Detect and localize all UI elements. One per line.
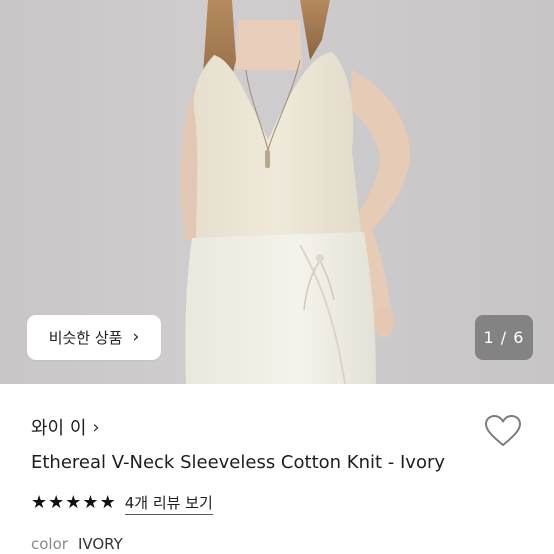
brand-link[interactable]: 와이 이 › [31, 414, 100, 440]
product-title: Ethereal V-Neck Sleeveless Cotton Knit -… [31, 452, 446, 473]
star-icon: ★ [65, 492, 82, 513]
color-option: color IVORY [31, 535, 123, 553]
star-icon: ★ [82, 492, 99, 513]
chevron-right-icon: › [132, 326, 140, 347]
view-reviews-link[interactable]: 4개 리뷰 보기 [124, 492, 213, 515]
star-icon: ★ [48, 492, 65, 513]
color-label: color [31, 535, 68, 553]
rating-row: ★ ★ ★ ★ ★ 4개 리뷰 보기 [31, 492, 213, 515]
star-icon: ★ [31, 492, 48, 513]
color-value: IVORY [77, 535, 123, 553]
product-image-carousel[interactable]: 비슷한 상품 › 1 / 6 [0, 0, 554, 384]
heart-outline-icon[interactable] [484, 414, 522, 448]
image-counter-text: 1 / 6 [483, 328, 525, 347]
star-icon: ★ [99, 492, 116, 513]
star-rating: ★ ★ ★ ★ ★ [31, 494, 116, 512]
brand-name: 와이 이 [31, 418, 87, 439]
chevron-right-icon: › [92, 416, 100, 438]
similar-products-label: 비슷한 상품 [48, 329, 123, 347]
image-counter: 1 / 6 [475, 315, 533, 360]
similar-products-button[interactable]: 비슷한 상품 › [27, 315, 161, 360]
